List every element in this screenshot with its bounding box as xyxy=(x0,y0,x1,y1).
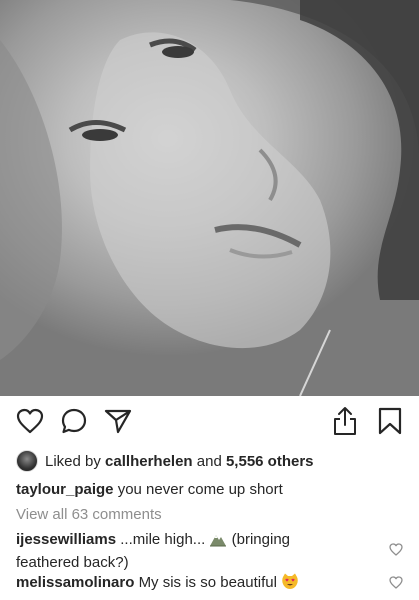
comment-text: My sis is so beautiful xyxy=(138,574,277,591)
comment-icon[interactable] xyxy=(60,407,88,435)
bookmark-icon[interactable] xyxy=(377,407,403,435)
liked-by-prefix: Liked by xyxy=(45,452,101,470)
post-photo[interactable] xyxy=(0,0,419,396)
comment-like-heart-icon[interactable] xyxy=(389,543,403,556)
likes-count[interactable]: 5,556 others xyxy=(226,453,314,470)
comment-username[interactable]: melissamolinaro xyxy=(16,574,134,591)
comment-item: ijessewilliams ...mile high... (bringing… xyxy=(16,530,356,573)
heart-eyes-cat-emoji-icon xyxy=(281,573,299,596)
send-icon[interactable] xyxy=(104,408,132,434)
avatar[interactable] xyxy=(16,450,38,472)
post-caption: taylour_paige you never come up short xyxy=(16,480,283,500)
mountain-emoji-icon xyxy=(209,531,227,553)
caption-text: you never come up short xyxy=(117,481,283,498)
liked-by-and: and xyxy=(196,452,222,470)
share-upload-icon[interactable] xyxy=(332,406,358,436)
action-bar xyxy=(0,396,419,448)
comment-like-heart-icon[interactable] xyxy=(389,576,403,589)
comment-text: ...mile high... xyxy=(120,531,206,548)
caption-username[interactable]: taylour_paige xyxy=(16,481,114,498)
likes-line: Liked by callherhelen and 5,556 others xyxy=(16,448,314,474)
photo-illustration xyxy=(0,0,419,396)
comment-item: melissamolinaro My sis is so beautiful xyxy=(16,573,356,596)
heart-icon[interactable] xyxy=(16,408,44,434)
view-all-comments-link[interactable]: View all 63 comments xyxy=(16,505,162,525)
liked-by-username[interactable]: callherhelen xyxy=(105,453,193,470)
comment-username[interactable]: ijessewilliams xyxy=(16,531,116,548)
